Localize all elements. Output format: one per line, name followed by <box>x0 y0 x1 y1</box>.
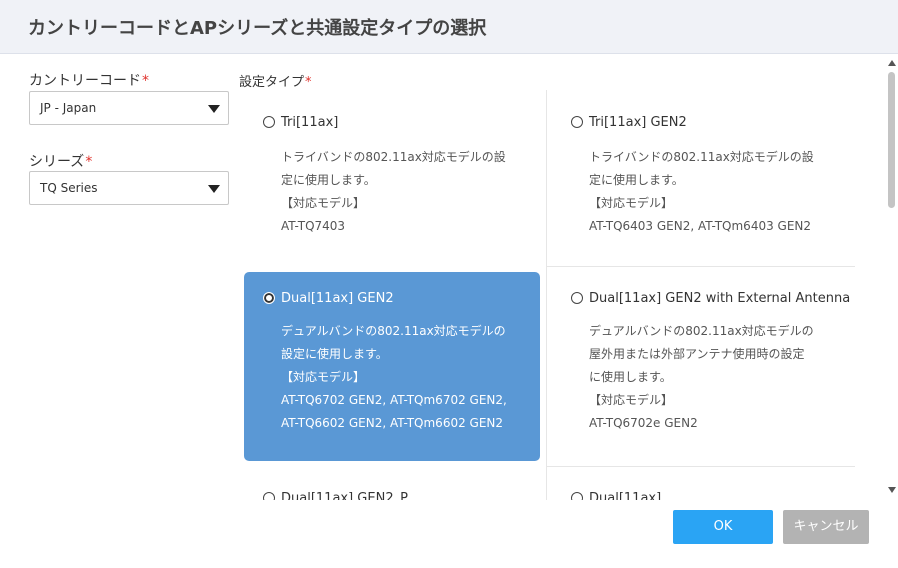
dialog-title: カントリーコードとAPシリーズと共通設定タイプの選択 <box>28 18 487 39</box>
option-card-dual-11ax-gen2-external-antenna[interactable]: Dual[11ax] GEN2 with External Antenna デュ… <box>552 272 851 461</box>
required-mark: * <box>85 154 93 170</box>
series-label-text: シリーズ <box>29 154 85 170</box>
description-line: 【対応モデル】 <box>281 370 366 384</box>
radio-button[interactable] <box>263 116 275 128</box>
description-line: デュアルバンドの802.11ax対応モデルの <box>589 324 814 338</box>
description-line: 定に使用します。 <box>589 173 684 187</box>
option-description: トライバンドの802.11ax対応モデルの設 定に使用します。 【対応モデル】 … <box>589 146 814 238</box>
required-mark: * <box>305 75 312 90</box>
option-description: デュアルバンドの802.11ax対応モデルの 設定に使用します。 【対応モデル】… <box>281 320 507 435</box>
description-line: AT-TQ6702e GEN2 <box>589 416 698 430</box>
description-line: トライバンドの802.11ax対応モデルの設 <box>281 150 506 164</box>
country-select-value: JP - Japan <box>40 101 97 115</box>
option-title: Tri[11ax] GEN2 <box>589 115 687 130</box>
option-description: デュアルバンドの802.11ax対応モデルの 屋外用または外部アンテナ使用時の設… <box>589 320 814 435</box>
description-line: AT-TQ7403 <box>281 219 346 233</box>
option-card-dual-11ax[interactable]: Dual[11ax] <box>552 478 848 500</box>
option-card-tri-11ax-gen2[interactable]: Tri[11ax] GEN2 トライバンドの802.11ax対応モデルの設 定に… <box>552 90 848 266</box>
option-description: トライバンドの802.11ax対応モデルの設 定に使用します。 【対応モデル】 … <box>281 146 506 238</box>
radio-button[interactable] <box>263 492 275 500</box>
radio-button-selected[interactable] <box>263 292 275 304</box>
setting-type-list[interactable]: Tri[11ax] トライバンドの802.11ax対応モデルの設 定に使用します… <box>240 90 860 500</box>
description-line: AT-TQ6403 GEN2, AT-TQm6403 GEN2 <box>589 219 812 233</box>
description-line: 屋外用または外部アンテナ使用時の設定 <box>589 347 805 361</box>
required-mark: * <box>142 73 149 89</box>
row-divider <box>546 466 855 467</box>
radio-button[interactable] <box>571 492 583 500</box>
scroll-up-arrow-icon[interactable] <box>888 60 896 66</box>
column-divider <box>546 90 547 500</box>
option-card-dual-11ax-gen2[interactable]: Dual[11ax] GEN2 デュアルバンドの802.11ax対応モデルの 設… <box>244 272 540 461</box>
description-line: 【対応モデル】 <box>589 196 674 210</box>
series-select[interactable]: TQ Series <box>29 171 229 205</box>
setting-type-label: 設定タイプ* <box>239 71 312 90</box>
chevron-down-icon <box>208 185 220 193</box>
description-line: に使用します。 <box>589 370 672 384</box>
description-line: 【対応モデル】 <box>281 196 366 210</box>
description-line: デュアルバンドの802.11ax対応モデルの <box>281 324 506 338</box>
chevron-down-icon <box>208 105 220 113</box>
row-divider <box>546 266 855 267</box>
country-label-text: カントリーコード <box>29 73 141 89</box>
description-line: 【対応モデル】 <box>589 393 674 407</box>
description-line: AT-TQ6602 GEN2, AT-TQm6602 GEN2 <box>281 416 504 430</box>
country-select[interactable]: JP - Japan <box>29 91 229 125</box>
country-label: カントリーコード* <box>29 70 149 90</box>
option-title: Dual[11ax] <box>589 491 662 500</box>
description-line: AT-TQ6702 GEN2, AT-TQm6702 GEN2, <box>281 393 507 407</box>
option-card-dual-11ax-gen2-p[interactable]: Dual[11ax] GEN2_P <box>244 478 540 500</box>
option-title: Dual[11ax] GEN2 <box>281 291 394 306</box>
series-label: シリーズ* <box>29 151 92 171</box>
radio-button[interactable] <box>571 116 583 128</box>
option-title: Tri[11ax] <box>281 115 339 130</box>
cancel-button[interactable]: キャンセル <box>783 510 869 544</box>
option-card-tri-11ax[interactable]: Tri[11ax] トライバンドの802.11ax対応モデルの設 定に使用します… <box>244 90 540 266</box>
scroll-down-arrow-icon[interactable] <box>888 487 896 493</box>
setting-type-label-text: 設定タイプ <box>239 75 305 90</box>
ok-button[interactable]: OK <box>673 510 773 544</box>
description-line: 定に使用します。 <box>281 173 376 187</box>
option-title: Dual[11ax] GEN2_P <box>281 491 408 500</box>
description-line: トライバンドの802.11ax対応モデルの設 <box>589 150 814 164</box>
radio-button[interactable] <box>571 292 583 304</box>
scrollbar-thumb[interactable] <box>888 72 895 208</box>
description-line: 設定に使用します。 <box>281 347 388 361</box>
vertical-scrollbar[interactable] <box>884 56 898 496</box>
dialog-header: カントリーコードとAPシリーズと共通設定タイプの選択 <box>0 0 898 54</box>
series-select-value: TQ Series <box>40 181 98 195</box>
option-title: Dual[11ax] GEN2 with External Antenna <box>589 291 851 306</box>
